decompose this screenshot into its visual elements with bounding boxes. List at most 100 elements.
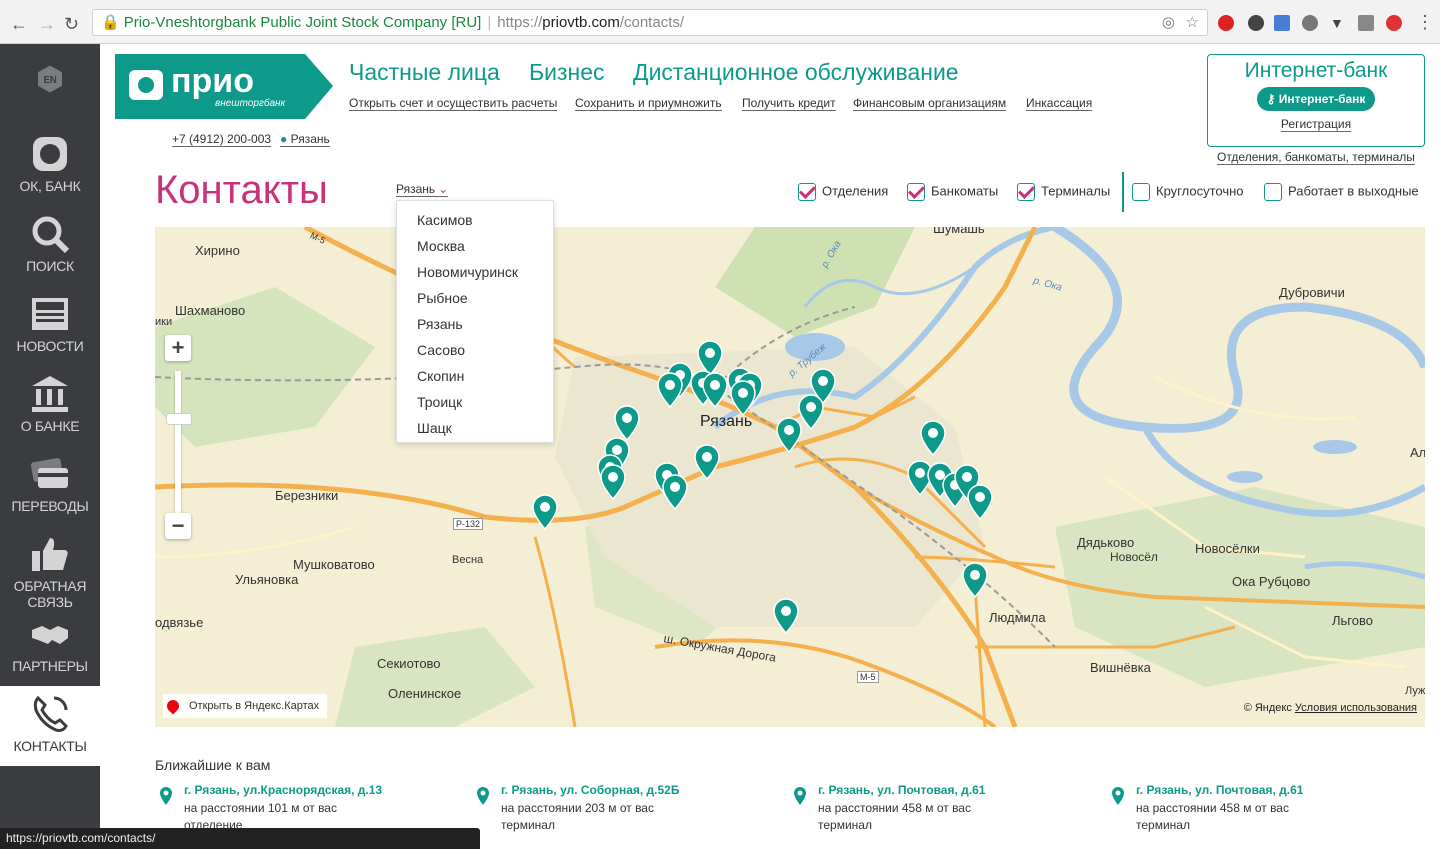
nearest-title: Ближайшие к вам <box>155 757 271 773</box>
map-marker-pin-icon[interactable] <box>657 372 683 409</box>
city-option[interactable]: Москва <box>397 233 553 259</box>
sidebar-item-ok-bank[interactable]: ОК, БАНК <box>0 126 100 206</box>
checkbox[interactable] <box>907 183 925 201</box>
back-icon[interactable]: ← <box>10 14 28 35</box>
adblock-extension-icon[interactable] <box>1218 15 1234 31</box>
sidebar-item-search[interactable]: ПОИСК <box>0 206 100 286</box>
nav-business[interactable]: Бизнес <box>529 59 604 86</box>
checkbox[interactable] <box>1132 183 1150 201</box>
filter-atms[interactable]: Банкоматы <box>907 183 998 201</box>
header-city-link[interactable]: ● Рязань <box>280 132 330 147</box>
map-marker-pin-icon[interactable] <box>532 494 558 531</box>
city-select[interactable]: Рязань ⌄ <box>396 182 449 197</box>
filter-label: Отделения <box>822 183 889 199</box>
filter-branches[interactable]: Отделения <box>798 183 888 201</box>
city-option[interactable]: Скопин <box>397 363 553 389</box>
sidebar-item-contacts[interactable]: КОНТАКТЫ <box>0 686 100 766</box>
phone-number[interactable]: +7 (4912) 200-003 <box>172 132 272 147</box>
map-road-shield: Р-132 <box>453 518 484 530</box>
sidebar-item-label: КОНТАКТЫ <box>13 738 87 754</box>
city-option[interactable]: Троицк <box>397 389 553 415</box>
map-marker-pin-icon[interactable] <box>798 394 824 431</box>
map-marker-pin-icon[interactable] <box>920 420 946 457</box>
terms-of-use-link[interactable]: Условия использования <box>1295 702 1417 714</box>
prio-logo[interactable]: прио внешторгбанк <box>115 54 333 119</box>
filter-24h[interactable]: Круглосуточно <box>1132 183 1244 201</box>
translate-extension-icon[interactable] <box>1274 15 1290 31</box>
sidebar-item-news[interactable]: НОВОСТИ <box>0 286 100 366</box>
city-option[interactable]: Касимов <box>397 207 553 233</box>
opera-extension-icon[interactable] <box>1386 15 1402 31</box>
forward-icon[interactable]: → <box>38 14 56 35</box>
zoom-in-button[interactable]: + <box>165 335 191 361</box>
map-marker-pin-icon[interactable] <box>662 474 688 511</box>
map-marker-pin-icon[interactable] <box>967 484 993 521</box>
address-bar[interactable]: 🔒 Prio-Vneshtorgbank Public Joint Stock C… <box>92 9 1208 36</box>
branches-atms-terminals-link[interactable]: Отделения, банкоматы, терминалы <box>1217 150 1415 165</box>
bookmark-star-icon[interactable]: ☆ <box>1186 10 1199 35</box>
nearest-address[interactable]: г. Рязань, ул. Почтовая, д.61 <box>818 783 985 797</box>
map-label: Новосёл <box>1110 550 1158 564</box>
city-option[interactable]: Рязань <box>397 311 553 337</box>
subnav-credit[interactable]: Получить кредит <box>742 96 836 111</box>
filter-terminals[interactable]: Терминалы <box>1017 183 1110 201</box>
language-switch[interactable]: EN <box>0 44 100 124</box>
filter-weekends[interactable]: Работает в выходные <box>1264 183 1419 201</box>
nearest-address[interactable]: г. Рязань, ул. Соборная, д.52Б <box>501 783 679 797</box>
filter-label: Банкоматы <box>931 183 999 199</box>
power-extension-icon[interactable] <box>1248 15 1264 31</box>
language-hexagon-icon: EN <box>38 65 62 93</box>
map-marker-pin-icon[interactable] <box>776 417 802 454</box>
city-option[interactable]: Шацк <box>397 415 553 441</box>
checkbox[interactable] <box>1264 183 1282 201</box>
sidebar-item-label: НОВОСТИ <box>16 338 84 354</box>
open-in-yandex-label: Открыть в Яндекс.Картах <box>189 700 320 712</box>
subnav-open-account[interactable]: Открыть счет и осуществить расчеты <box>349 96 558 111</box>
video-extension-icon[interactable] <box>1358 15 1374 31</box>
sidebar-item-about[interactable]: О БАНКЕ <box>0 366 100 446</box>
zoom-out-button[interactable]: − <box>165 513 191 539</box>
sidebar-item-transfers[interactable]: ПЕРЕВОДЫ <box>0 446 100 526</box>
map-marker-pin-icon[interactable] <box>730 380 756 417</box>
zoom-slider-track[interactable] <box>175 371 181 521</box>
checkbox[interactable] <box>798 183 816 201</box>
subnav-save[interactable]: Сохранить и приумножить <box>575 96 722 111</box>
yandex-map[interactable]: Рязань Хирино Шахманово ики Березники Му… <box>155 227 1425 727</box>
certificate-name: Prio-Vneshtorgbank Public Joint Stock Co… <box>123 14 482 31</box>
registration-link[interactable]: Регистрация <box>1280 117 1352 132</box>
map-marker-pin-icon[interactable] <box>702 372 728 409</box>
nav-private-persons[interactable]: Частные лица <box>349 59 500 86</box>
city-select-value: Рязань <box>396 182 436 196</box>
internet-bank-button[interactable]: ⚷ Интернет-банк <box>1256 87 1376 111</box>
city-option[interactable]: Сасово <box>397 337 553 363</box>
map-label: Ал <box>1410 445 1425 460</box>
zoom-slider-handle[interactable] <box>166 413 192 425</box>
open-in-yandex-maps-link[interactable]: Открыть в Яндекс.Картах <box>163 694 328 718</box>
city-option[interactable]: Новомичуринск <box>397 259 553 285</box>
checkbox[interactable] <box>1017 183 1035 201</box>
city-option[interactable]: Рыбное <box>397 285 553 311</box>
map-marker-pin-icon[interactable] <box>600 464 626 501</box>
nearest-distance: на расстоянии 203 м от вас <box>501 801 654 815</box>
sidebar-item-partners[interactable]: ПАРТНЕРЫ <box>0 606 100 686</box>
map-marker-pin-icon[interactable] <box>694 444 720 481</box>
nearest-address[interactable]: г. Рязань, ул.Краснорядская, д.13 <box>184 783 382 797</box>
reload-icon[interactable]: ↻ <box>64 14 79 35</box>
lock-icon: 🔒 <box>101 14 120 31</box>
map-marker-pin-icon[interactable] <box>773 598 799 635</box>
menu-kebab-icon[interactable]: ⋮ <box>1416 12 1434 33</box>
subnav-collection[interactable]: Инкассация <box>1026 96 1093 111</box>
subnav-financial-orgs[interactable]: Финансовым организациям <box>853 96 1007 111</box>
vpn-extension-icon[interactable]: ▼ <box>1330 15 1346 31</box>
map-marker-pin-icon[interactable] <box>962 562 988 599</box>
map-marker-pin-icon[interactable] <box>614 405 640 442</box>
map-marker-pin-icon[interactable] <box>697 340 723 377</box>
nearest-address[interactable]: г. Рязань, ул. Почтовая, д.61 <box>1136 783 1303 797</box>
sidebar-item-feedback[interactable]: ОБРАТНАЯ СВЯЗЬ <box>0 526 100 610</box>
globe-extension-icon[interactable] <box>1302 15 1318 31</box>
map-label: Луж <box>1405 685 1425 697</box>
site-settings-icon[interactable]: ◎ <box>1162 10 1175 35</box>
nav-remote-service[interactable]: Дистанционное обслуживание <box>633 59 959 86</box>
map-markers-layer <box>532 340 993 635</box>
status-bar-url: https://priovtb.com/contacts/ <box>0 828 480 849</box>
